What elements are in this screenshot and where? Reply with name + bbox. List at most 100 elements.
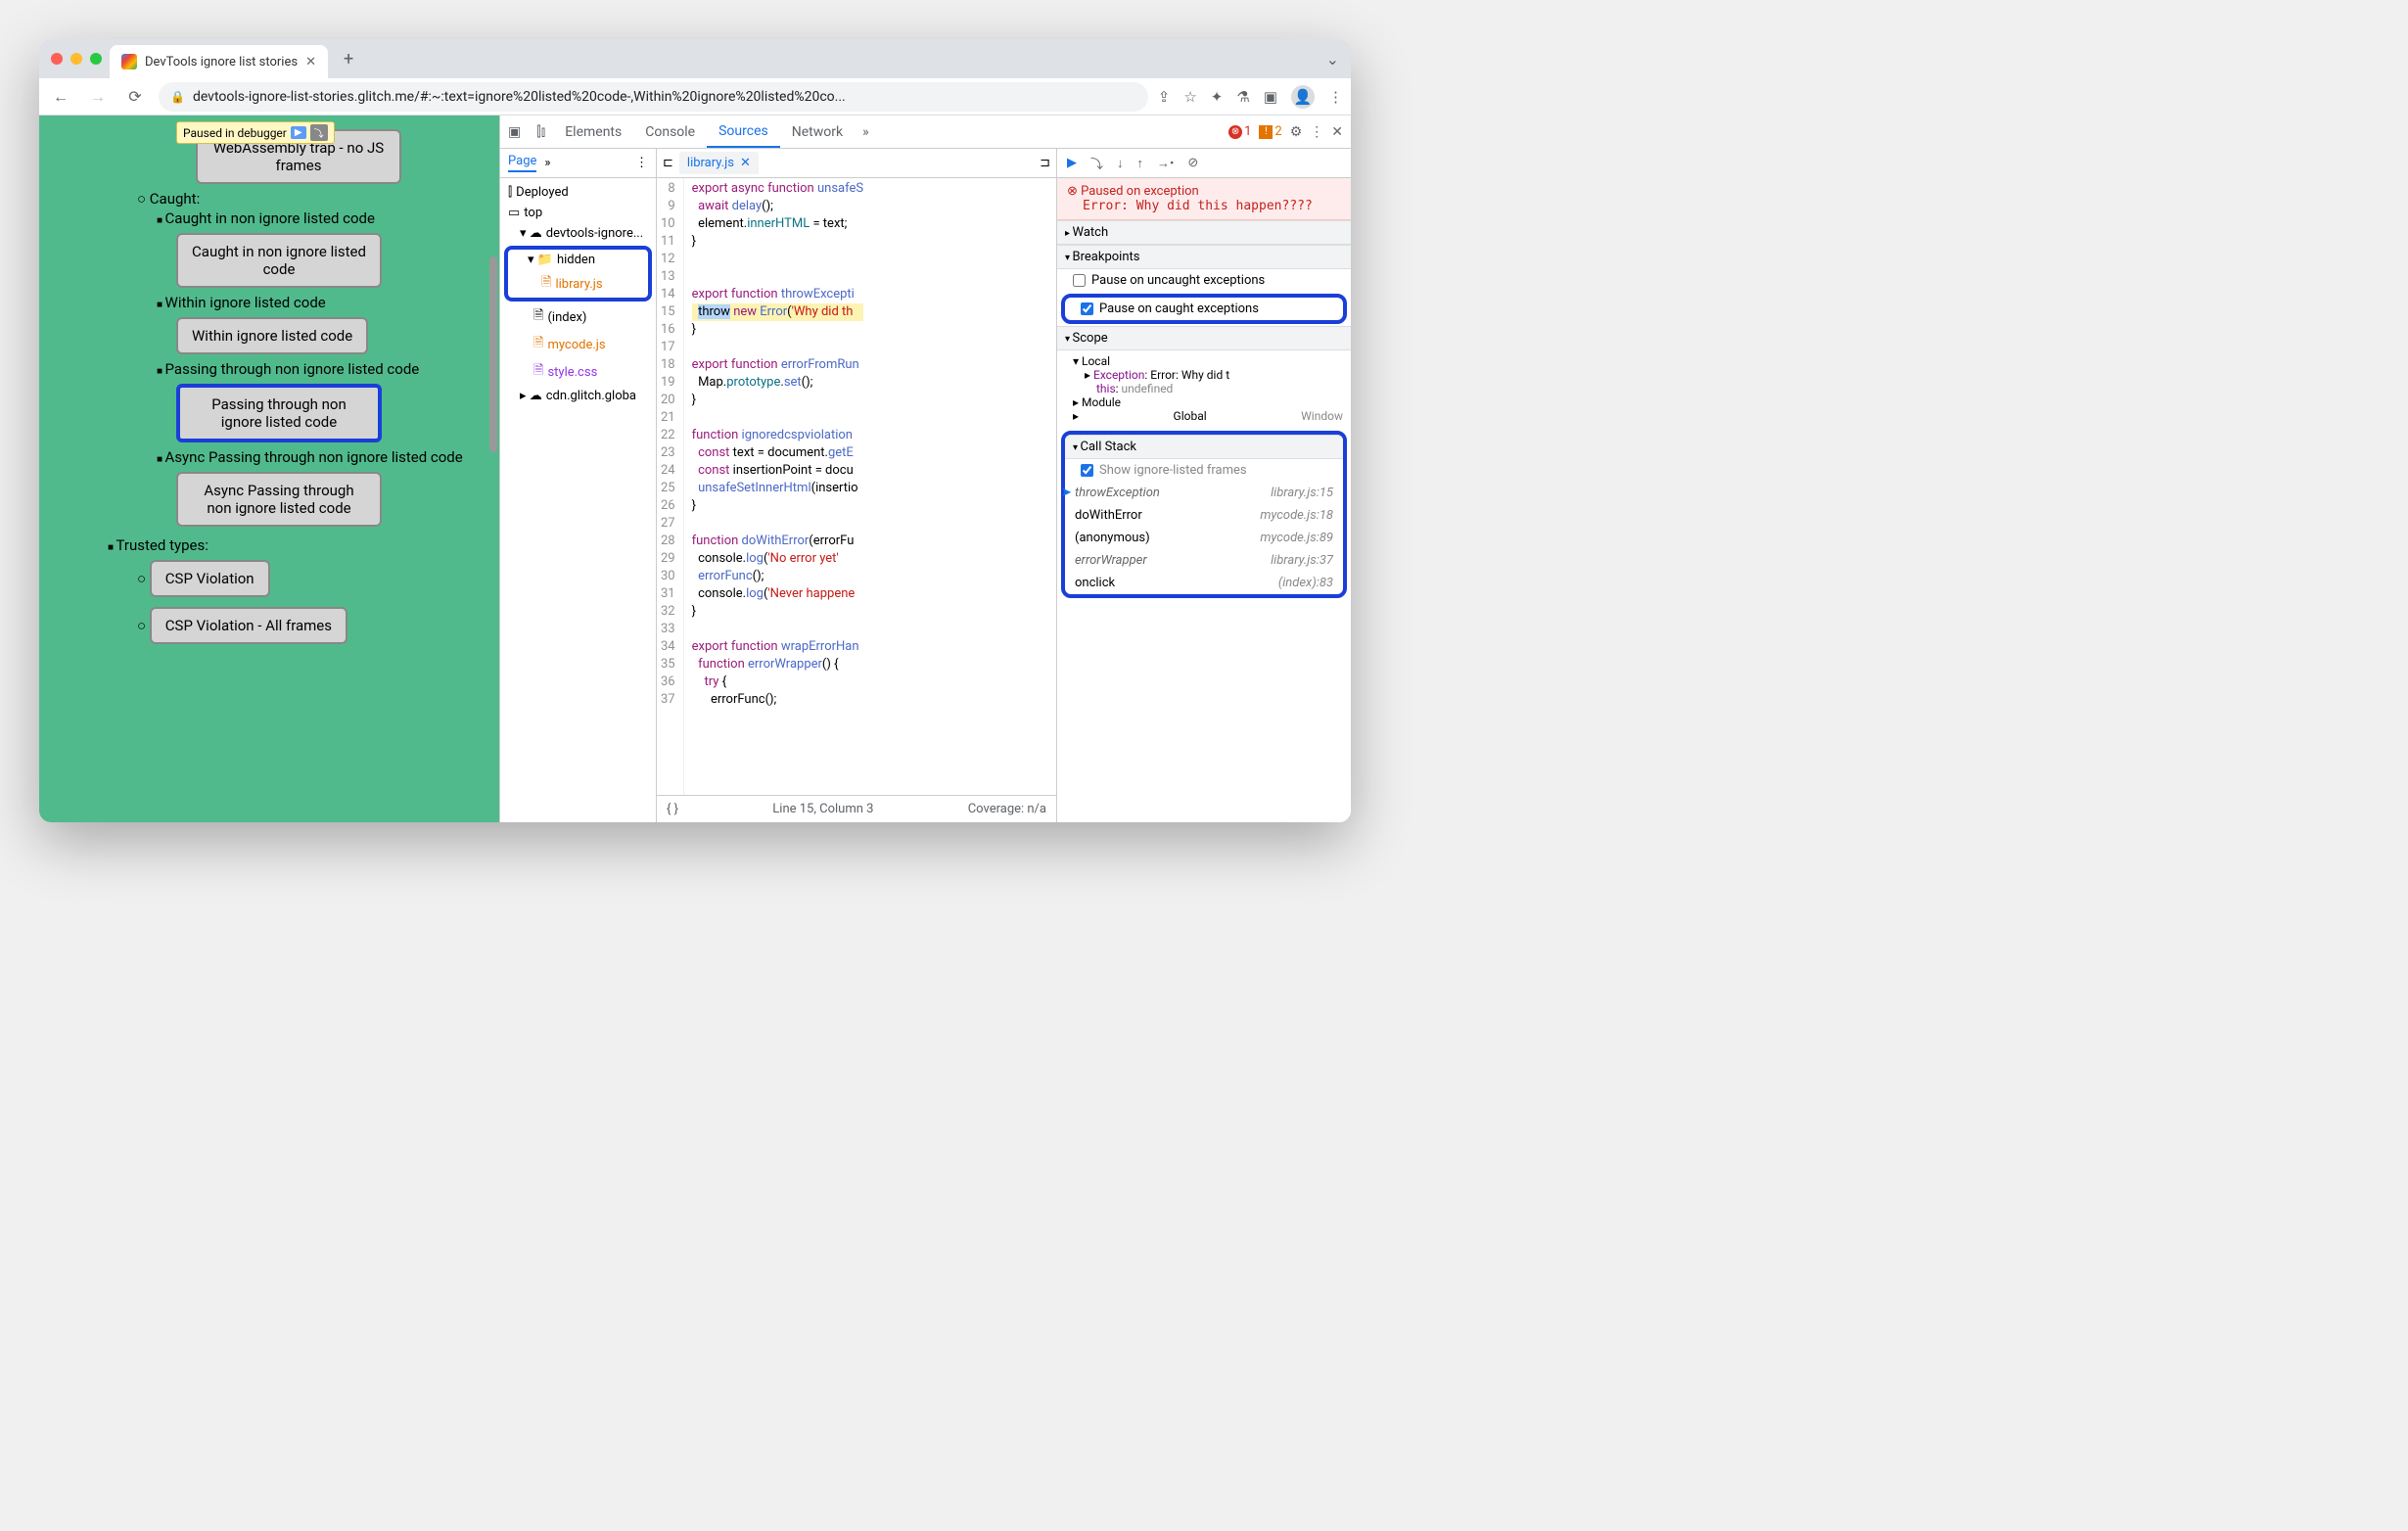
inspect-icon[interactable]: ▣ [500,124,529,140]
error-count[interactable]: 1 [1228,124,1251,139]
scope-section[interactable]: Scope [1057,326,1351,350]
forward-button[interactable]: → [84,87,112,107]
tab-title: DevTools ignore list stories [145,55,298,70]
step-over-icon[interactable]: ⤵ [310,124,328,141]
caught-non-ignore-button[interactable]: Caught in non ignore listed code [176,233,382,288]
file-tab-label: library.js [687,156,734,170]
close-window-button[interactable] [51,53,63,65]
tab-network[interactable]: Network [780,116,855,148]
nav-kebab-icon[interactable]: ⋮ [635,156,648,170]
bp-uncaught-checkbox[interactable]: Pause on uncaught exceptions [1057,269,1351,292]
step-out-button[interactable]: ↑ [1137,156,1144,171]
list-item: Async Passing through non ignore listed … [157,448,499,466]
callstack-frame[interactable]: throwExceptionlibrary.js:15 [1065,482,1343,504]
extensions-icon[interactable]: ✦ [1211,88,1224,106]
profile-avatar[interactable]: 👤 [1291,85,1315,109]
bp-caught-checkbox[interactable]: Pause on caught exceptions [1061,294,1347,324]
page-subtab[interactable]: Page [508,154,536,172]
tab-overflow-icon[interactable]: ⌄ [1326,50,1339,69]
maximize-window-button[interactable] [90,53,102,65]
settings-icon[interactable]: ⚙ [1290,124,1303,140]
tab-console[interactable]: Console [633,116,707,148]
csp-violation-all-button[interactable]: CSP Violation - All frames [150,607,347,644]
cdn-node[interactable]: ▸ ☁ cdn.glitch.globa [500,386,656,406]
more-nav-icon[interactable]: » [544,156,550,170]
editor-status-bar: { } Line 15, Column 3 Coverage: n/a [657,795,1056,822]
editor-tabs: ⊏ library.js ✕ ⊐ [657,149,1056,178]
libraryjs-file[interactable]: 🗎 library.js [508,270,648,298]
format-icon[interactable]: { } [667,802,678,816]
toggle-nav-icon[interactable]: ⊏ [663,156,673,170]
list-item: Within ignore listed code [157,294,499,311]
stylecss-file[interactable]: 🗎 style.css [500,358,656,386]
minimize-window-button[interactable] [70,53,82,65]
callstack-frame[interactable]: errorWrapperlibrary.js:37 [1065,549,1343,572]
close-devtools-icon[interactable]: ✕ [1331,124,1343,140]
browser-tab[interactable]: DevTools ignore list stories ✕ [110,45,328,78]
pause-reason-label: Paused on exception [1081,184,1199,199]
within-ignore-button[interactable]: Within ignore listed code [176,317,368,354]
code-editor-pane: ⊏ library.js ✕ ⊐ 89101112131415161718192… [657,149,1057,822]
reload-button[interactable]: ⟳ [121,87,149,106]
top-node[interactable]: ▭ top [500,203,656,223]
more-tabs-icon[interactable]: » [855,124,877,140]
url-bar: ← → ⟳ 🔒 devtools-ignore-list-stories.gli… [39,78,1351,116]
step-over-button[interactable]: ⤵ [1090,154,1103,172]
passing-through-button[interactable]: Passing through non ignore listed code [176,384,382,442]
code-area[interactable]: 8910111213141516171819202122232425262728… [657,178,1056,795]
warning-count[interactable]: 2 [1259,124,1281,139]
callstack-frame[interactable]: (anonymous)mycode.js:89 [1065,527,1343,549]
close-file-icon[interactable]: ✕ [740,156,751,170]
watch-section[interactable]: Watch [1057,220,1351,245]
line-gutter: 8910111213141516171819202122232425262728… [657,178,684,795]
callstack-frame[interactable]: onclick(index):83 [1065,572,1343,594]
mycode-file[interactable]: 🗎 mycode.js [500,331,656,358]
pause-reason-banner: ⊗ Paused on exception Error: Why did thi… [1057,178,1351,220]
page-scrollbar[interactable] [489,256,497,452]
menu-icon[interactable]: ⋮ [1328,88,1343,106]
step-into-button[interactable]: ↓ [1117,156,1124,171]
kebab-icon[interactable]: ⋮ [1310,124,1323,140]
browser-window: DevTools ignore list stories ✕ + ⌄ ← → ⟳… [39,39,1351,822]
debugger-toolbar: ▶ ⤵ ↓ ↑ →• ⊘ [1057,149,1351,178]
paused-in-debugger-badge: Paused in debugger ▶ ⤵ [176,121,335,144]
index-file[interactable]: 🗎 (index) [500,303,656,331]
code-text: export async function unsafeS await dela… [684,178,863,795]
pause-error-text: Error: Why did this happen???? [1067,199,1341,213]
deployed-node[interactable]: ⫿ Deployed [500,182,656,203]
origin-node[interactable]: ▾ ☁ devtools-ignore... [500,223,656,244]
coverage-status: Coverage: n/a [968,802,1046,816]
hidden-folder[interactable]: ▾ 📁 hidden [508,250,648,270]
new-tab-button[interactable]: + [336,49,361,70]
caught-heading: Caught: [137,190,499,208]
callstack-frame[interactable]: doWithErrormycode.js:18 [1065,504,1343,527]
navigator-pane: Page » ⋮ ⫿ Deployed ▭ top ▾ ☁ devtools-i… [500,149,657,822]
show-ignored-checkbox[interactable]: Show ignore-listed frames [1065,459,1343,482]
tab-elements[interactable]: Elements [553,116,633,148]
tab-sources[interactable]: Sources [707,116,780,148]
resume-button[interactable]: ▶ [1067,156,1077,170]
close-tab-icon[interactable]: ✕ [305,55,316,70]
resume-icon[interactable]: ▶ [291,126,306,139]
list-item: Passing through non ignore listed code [157,360,499,378]
extension2-icon[interactable]: ▣ [1264,88,1277,106]
labs-icon[interactable]: ⚗ [1236,88,1249,106]
csp-violation-button[interactable]: CSP Violation [150,560,270,597]
scope-body: ▾ Local ▸ Exception: Error: Why did t th… [1057,350,1351,427]
share-icon[interactable]: ⇪ [1158,88,1171,106]
paused-badge-label: Paused in debugger [183,126,287,140]
file-tree: ⫿ Deployed ▭ top ▾ ☁ devtools-ignore... … [500,178,656,822]
device-icon[interactable]: ⫿⫾ [529,124,553,140]
async-passing-button[interactable]: Async Passing through non ignore listed … [176,472,382,527]
breakpoints-section[interactable]: Breakpoints [1057,245,1351,269]
bookmark-icon[interactable]: ☆ [1183,88,1196,106]
callstack-section[interactable]: Call Stack [1065,435,1343,459]
step-button[interactable]: →• [1157,156,1174,171]
deactivate-bp-icon[interactable]: ⊘ [1187,156,1198,170]
back-button[interactable]: ← [47,87,74,107]
address-bar[interactable]: 🔒 devtools-ignore-list-stories.glitch.me… [159,82,1148,112]
file-tab-libraryjs[interactable]: library.js ✕ [679,152,759,174]
toggle-debug-icon[interactable]: ⊐ [1040,156,1050,170]
trusted-types-heading: Trusted types: [108,536,499,554]
devtools-tab-bar: ▣ ⫿⫾ Elements Console Sources Network » … [500,116,1351,149]
